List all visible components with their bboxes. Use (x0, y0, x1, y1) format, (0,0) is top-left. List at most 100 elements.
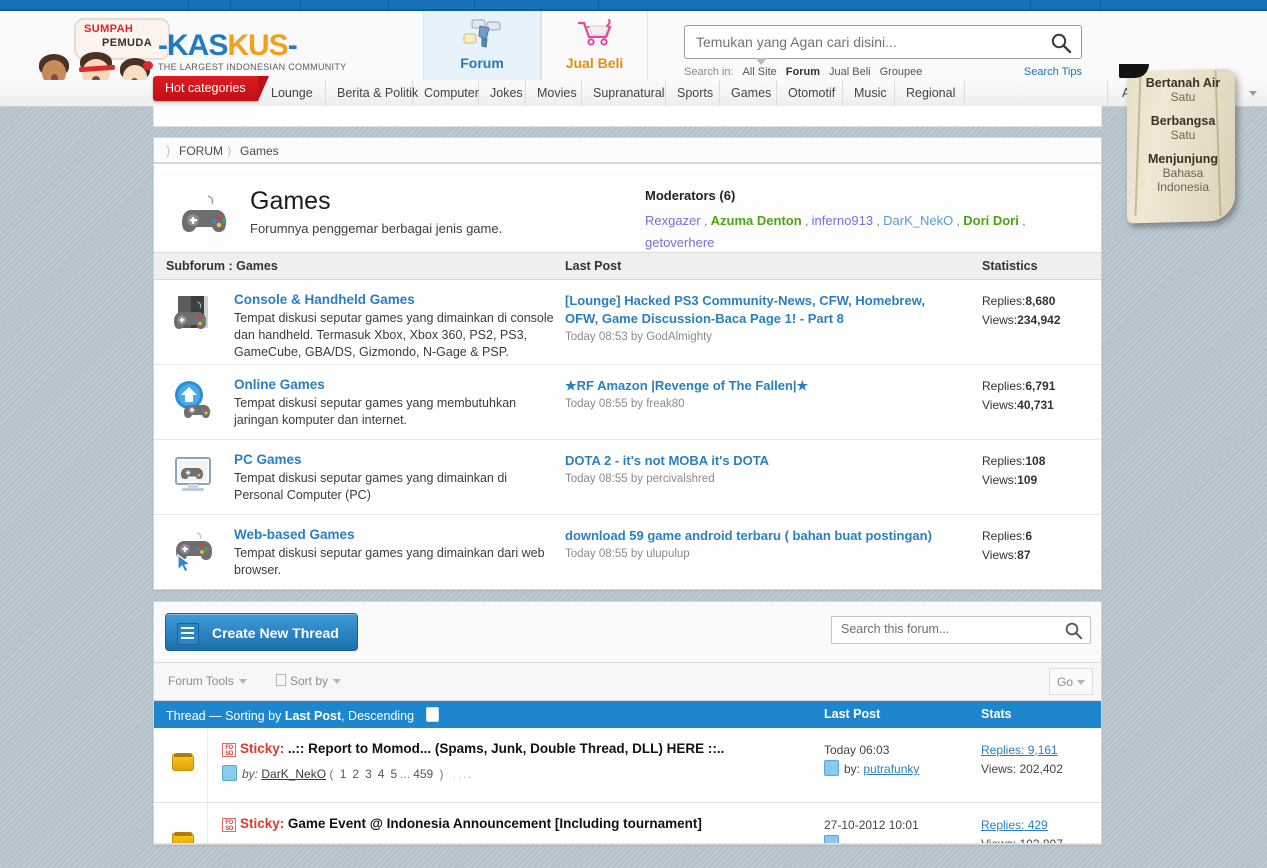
nav-item-otomotif[interactable]: Otomotif (777, 80, 843, 106)
lastpost-time: 27-10-2012 10:01 (824, 818, 919, 832)
forum-tools-dropdown[interactable]: Forum Tools (168, 674, 247, 688)
search-forum-placeholder: Search this forum... (841, 622, 950, 636)
search-scope-jual-beli[interactable]: Jual Beli (829, 66, 871, 78)
page-link-5[interactable]: 5 (390, 767, 397, 781)
table-row[interactable]: FO SO Sticky: ..:: Report to Momod... (Spa… (154, 728, 1101, 803)
replies-count: 108 (1025, 454, 1046, 468)
nav-item-supranatural[interactable]: Supranatural (582, 80, 666, 106)
subforum-table-header: Subforum : Games Last Post Statistics (154, 253, 1101, 280)
subforum-link[interactable]: PC Games (234, 452, 302, 467)
nav-item-lounge[interactable]: Lounge (260, 80, 326, 106)
lastpost-link[interactable]: download 59 game android terbaru ( bahan… (565, 528, 932, 543)
views-label: Views: (982, 313, 1018, 327)
create-new-thread-button[interactable]: Create New Thread (165, 613, 358, 651)
breadcrumb-forum[interactable]: FORUM (179, 144, 223, 158)
search-tips-link[interactable]: Search Tips (1024, 66, 1082, 78)
moderator-link-dori-dori[interactable]: Dori Dori (963, 213, 1019, 228)
scroll-line-1-bold: Bertanah Air (1145, 76, 1221, 90)
lastpost-link[interactable]: ★RF Amazon |Revenge of The Fallen|★ (565, 378, 808, 393)
new-thread-icon (177, 623, 199, 645)
logo-kas: KAS (167, 29, 228, 62)
subforum-row[interactable]: Online Games Tempat diskusi seputar game… (154, 365, 1101, 440)
subforum-row[interactable]: Web-based Games Tempat diskusi seputar g… (154, 515, 1101, 589)
thread-author-link[interactable]: DarK_NekO (261, 767, 326, 781)
replies-link[interactable]: Replies: 429 (981, 818, 1048, 832)
thread-title[interactable]: ..:: Report to Momod... (Spams, Junk, Do… (288, 741, 725, 756)
views-count: 102,807 (1019, 837, 1063, 844)
scroll-line-4-small: Indonesia (1156, 180, 1210, 194)
lastpost-by-label: by: (844, 762, 861, 776)
bubble-line-2: PEMUDA (102, 37, 153, 49)
lastpost-link[interactable]: [Lounge] Hacked PS3 Community-News, CFW,… (565, 293, 925, 326)
nav-item-berita-politik[interactable]: Berita & Politik (326, 80, 418, 106)
nav-item-music[interactable]: Music (843, 80, 895, 106)
search-scope-all-site[interactable]: All Site (743, 66, 777, 78)
sticky-label: Sticky: (240, 741, 285, 756)
logo-dash-left: - (158, 29, 168, 62)
tab-forum[interactable]: Forum (423, 11, 541, 80)
go-label: Go (1056, 675, 1073, 689)
page-link-4[interactable]: 4 (378, 767, 385, 781)
nav-item-games[interactable]: Games (720, 80, 777, 106)
bubble-line-1: SUMPAH (84, 23, 134, 35)
nav-item-computer[interactable]: Computer (413, 80, 479, 106)
thread-title[interactable]: Game Event @ Indonesia Announcement [Inc… (288, 816, 702, 831)
browser-chrome-bar (0, 0, 1267, 11)
sort-by-dropdown[interactable]: Sort by (276, 674, 342, 688)
breadcrumb-games[interactable]: Games (240, 144, 279, 158)
subforum-link[interactable]: Web-based Games (234, 527, 355, 542)
lastpost-author-link[interactable]: putrafunky (863, 762, 919, 776)
subforum-description: Tempat diskusi seputar games yang dimain… (234, 311, 554, 359)
search-input[interactable]: Temukan yang Agan cari disini... (684, 25, 1082, 65)
thread-header-sort-field[interactable]: Last Post (285, 709, 341, 723)
search-scope-groupee[interactable]: Groupee (880, 66, 923, 78)
table-row[interactable]: FO SO Sticky: Game Event @ Indonesia Annou… (154, 803, 1101, 844)
moderator-link-getoverhere[interactable]: getoverhere (645, 235, 714, 250)
console-handheld-icon (170, 294, 218, 338)
moderator-link-azuma-denton[interactable]: Azuma Denton (711, 213, 802, 228)
lastpost-link[interactable]: DOTA 2 - it's not MOBA it's DOTA (565, 453, 769, 468)
tab-jual-beli[interactable]: Jual Beli (541, 11, 648, 80)
sticky-icon: FO SO (222, 818, 236, 832)
search-forum-input[interactable]: Search this forum... (831, 616, 1091, 644)
views-label: Views: (982, 473, 1018, 487)
nav-item-movies[interactable]: Movies (526, 80, 582, 106)
page-link-3[interactable]: 3 (365, 767, 372, 781)
replies-link[interactable]: Replies: 9,161 (981, 743, 1058, 757)
subforum-link[interactable]: Console & Handheld Games (234, 292, 415, 307)
nav-item-sports[interactable]: Sports (666, 80, 720, 106)
subforum-row[interactable]: PC Games Tempat diskusi seputar games ya… (154, 440, 1101, 515)
search-scope-forum[interactable]: Forum (786, 66, 820, 78)
subforum-lastpost: [Lounge] Hacked PS3 Community-News, CFW,… (565, 292, 955, 343)
nav-item-jokes[interactable]: Jokes (479, 80, 526, 106)
page-link-2[interactable]: 2 (352, 767, 359, 781)
replies-label: Replies: (982, 529, 1026, 543)
post-icon[interactable] (824, 760, 839, 776)
nav-hot-categories[interactable]: Hot categories (153, 76, 269, 101)
thread-main: FO SO Sticky: Game Event @ Indonesia Annou… (222, 814, 802, 833)
lastpost-meta: Today 08:55 by percivalshred (565, 473, 715, 485)
site-logo[interactable]: -KASKUS- THE LARGEST INDONESIAN COMMUNIT… (158, 29, 347, 73)
views-count: 109 (1017, 473, 1038, 487)
sticky-label: Sticky: (240, 816, 285, 831)
post-icon[interactable] (824, 835, 839, 843)
search-icon[interactable] (1064, 621, 1083, 640)
scroll-line-3-bold: Menjunjung (1147, 152, 1219, 166)
page-link-1[interactable]: 1 (340, 767, 347, 781)
lastpost-time: Today 06:03 (824, 743, 890, 757)
moderator-link-dark-neko[interactable]: DarK_NekO (883, 213, 953, 228)
nav-item-regional[interactable]: Regional (895, 80, 965, 106)
content-top-strip (153, 106, 1102, 127)
moderators-block: Moderators (6) Rexgazer , Azuma Denton ,… (645, 188, 1085, 253)
page-link-last[interactable]: 459 (413, 767, 433, 781)
sort-direction-icon[interactable] (425, 707, 439, 722)
subforum-link[interactable]: Online Games (234, 377, 325, 392)
moderator-link-inferno913[interactable]: inferno913 (812, 213, 873, 228)
post-icon[interactable] (222, 765, 237, 781)
subforum-row[interactable]: Console & Handheld Games Tempat diskusi … (154, 280, 1101, 365)
breadcrumb-chevron-icon: ⟩ (166, 144, 171, 158)
moderator-link-rexgazer[interactable]: Rexgazer (645, 213, 701, 228)
search-icon[interactable] (1050, 32, 1072, 54)
logo-tagline: THE LARGEST INDONESIAN COMMUNITY (158, 62, 347, 72)
go-button[interactable]: Go (1049, 668, 1093, 695)
